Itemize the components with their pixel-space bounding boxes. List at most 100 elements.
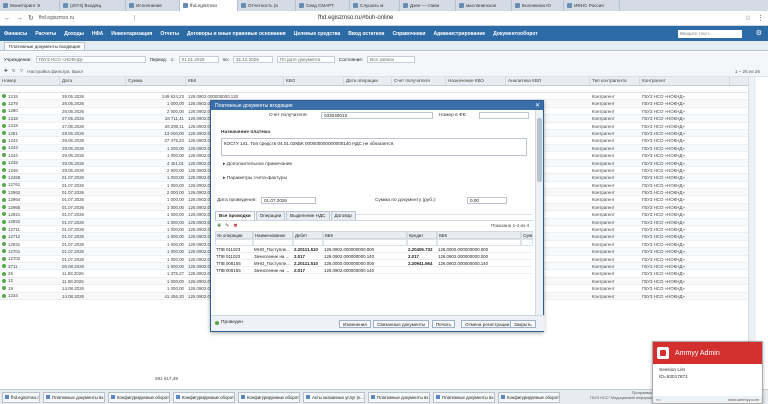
- browser-tab[interactable]: Отчетность (а: [238, 0, 296, 11]
- grid-column-header[interactable]: Контрагент: [640, 77, 730, 85]
- close-icon[interactable]: ✕: [535, 102, 540, 109]
- entries-column-header[interactable]: Сумма: [521, 231, 533, 239]
- menu-item[interactable]: Финансы: [4, 31, 27, 37]
- tab-all-entries[interactable]: Все проводки: [215, 211, 255, 220]
- search-input[interactable]: Введите текст...: [678, 30, 742, 38]
- forward-icon[interactable]: →: [16, 15, 23, 22]
- taskbar-item[interactable]: fhd.egiszmso.ru/core...: [2, 391, 40, 403]
- browser-tab[interactable]: Болонкина Ю: [512, 0, 564, 11]
- grid-column-header[interactable]: Дата: [60, 77, 126, 85]
- grid-filter-row[interactable]: [0, 86, 748, 93]
- grid-column-header[interactable]: Номер: [0, 77, 60, 85]
- entries-column-header[interactable]: Кредит: [407, 231, 437, 239]
- entries-filter-cell[interactable]: [407, 239, 437, 246]
- browser-tab[interactable]: ИФНС Россия: [564, 0, 620, 11]
- fk-input[interactable]: [479, 112, 529, 119]
- entries-column-header[interactable]: Дебет: [293, 231, 323, 239]
- menu-item[interactable]: Инвентаризация: [111, 31, 152, 37]
- dialog-titlebar[interactable]: Платежные документы входящие ✕: [211, 101, 543, 110]
- taskbar-item[interactable]: Конфигурируемые оборотные...: [173, 391, 235, 403]
- taskbar-item[interactable]: Акты оказанных услуг (к...: [303, 391, 365, 403]
- entries-filter-cell[interactable]: [293, 239, 323, 246]
- grid-column-header[interactable]: Назначение КВО: [446, 77, 506, 85]
- entries-filter-cell[interactable]: [521, 239, 533, 246]
- add-entry-icon[interactable]: ✚: [217, 223, 221, 229]
- grid-column-header[interactable]: Сумма: [126, 77, 186, 85]
- entries-filter-cell[interactable]: [215, 239, 253, 246]
- session-list-label[interactable]: Session List: [659, 367, 756, 374]
- taskbar-item[interactable]: Платежные документы вх...: [368, 391, 430, 403]
- grid-column-header[interactable]: КБК: [186, 77, 284, 85]
- entries-filter-row[interactable]: [215, 239, 533, 246]
- menu-item[interactable]: Документооборот: [493, 31, 537, 37]
- user-icon[interactable]: ⚙: [756, 29, 762, 37]
- date-to-input[interactable]: 31.12.2026: [232, 55, 273, 63]
- browser-tab[interactable]: маслянинское: [456, 0, 512, 11]
- add-icon[interactable]: ✚: [4, 68, 8, 74]
- refresh-icon[interactable]: ↻: [12, 68, 16, 74]
- filter-settings-link[interactable]: Настройка фильтра: Выкл: [27, 69, 83, 74]
- date-mode-select[interactable]: По дате документа: [276, 55, 335, 63]
- state-select[interactable]: Все записи: [367, 55, 416, 63]
- url-path[interactable]: fhd.egiszmso.ru/#buh-online: [318, 15, 393, 21]
- dialog-scrollbar[interactable]: [535, 110, 543, 317]
- menu-item[interactable]: Администрирование: [433, 31, 485, 37]
- institution-select[interactable]: ГБУЗ НСО «НОКНД»: [35, 55, 146, 63]
- grid-column-header[interactable]: Дата операции: [344, 77, 392, 85]
- tab-operations[interactable]: Операции: [255, 211, 286, 220]
- menu-item[interactable]: Доходы: [64, 31, 84, 37]
- ammyy-header[interactable]: Ammyy Admin: [653, 342, 762, 364]
- date-from-input[interactable]: 01.01.2026: [178, 55, 219, 63]
- entries-filter-cell[interactable]: [323, 239, 407, 246]
- browser-tab[interactable]: fhd.egiszmso: [180, 0, 238, 11]
- purpose-textarea[interactable]: КОСГУ 141. Тип средств 04.01.02КБК 00000…: [221, 138, 527, 156]
- related-documents-button[interactable]: Связанные документы: [373, 320, 430, 328]
- taskbar-item[interactable]: Конфигурируемые оборотн...: [498, 391, 560, 403]
- posting-date-input[interactable]: 01.07.2026: [261, 197, 316, 204]
- grid-scrollbar[interactable]: [748, 77, 756, 373]
- cancel-registration-button[interactable]: Отмена регистрации: [461, 320, 514, 328]
- entries-column-header[interactable]: КБК: [437, 231, 521, 239]
- tab-contract[interactable]: Договор: [330, 211, 356, 220]
- changes-button[interactable]: Изменения: [339, 320, 371, 328]
- table-row[interactable]: ТПВ 008155 МНО_Поступле... 2.20111.510 126.…: [215, 260, 533, 267]
- taskbar-item[interactable]: Конфигурируемые оборотные...: [108, 391, 170, 403]
- collapse-icon[interactable]: <<: [656, 397, 661, 402]
- print-button[interactable]: Печать: [432, 320, 456, 328]
- menu-icon[interactable]: ⋮: [757, 14, 764, 22]
- menu-item[interactable]: Договоры и иные правовые основания: [187, 31, 286, 37]
- address-bar[interactable]: ← → ↻ fhd.egiszmso.ru fhd.egiszmso.ru/#b…: [0, 11, 768, 26]
- browser-tab[interactable]: Свод СМАРТ: [296, 0, 350, 11]
- delete-entry-icon[interactable]: ✖: [233, 223, 237, 229]
- extra-note-section[interactable]: ▸ Дополнительное примечание: [223, 162, 292, 167]
- star-icon[interactable]: ☆: [745, 14, 751, 22]
- grid-column-header[interactable]: КВО: [284, 77, 344, 85]
- edit-entry-icon[interactable]: ✎: [225, 223, 229, 229]
- entries-filter-cell[interactable]: [253, 239, 293, 246]
- grid-column-header[interactable]: Тип контрагента: [590, 77, 640, 85]
- url-host[interactable]: fhd.egiszmso.ru: [39, 15, 136, 21]
- table-row[interactable]: ТПВ 008155 Зачисление на ... 2.017 126.0902…: [215, 267, 533, 274]
- browser-tab[interactable]: Дзен — главн: [400, 0, 456, 11]
- browser-tab[interactable]: (2074) Входящ: [60, 0, 126, 11]
- back-icon[interactable]: ←: [4, 15, 11, 22]
- entries-column-header[interactable]: № операции: [215, 231, 253, 239]
- table-row[interactable]: ТПВ 011023 Зачисление на ... 2.017 126.0902…: [215, 253, 533, 260]
- menu-item[interactable]: Расчеты: [35, 31, 56, 37]
- close-button[interactable]: Закрыть: [510, 320, 536, 328]
- taskbar-item[interactable]: Конфигурируемые оборотные...: [238, 391, 300, 403]
- entries-filter-cell[interactable]: [437, 239, 521, 246]
- ammyy-link[interactable]: www.ammyy.com: [728, 397, 759, 402]
- invoice-params-section[interactable]: ▸ Параметры счета-фактуры: [223, 176, 287, 181]
- grid-column-header[interactable]: Аналитика КВО: [506, 77, 590, 85]
- taskbar-item[interactable]: Платежные документы вх...: [433, 391, 495, 403]
- browser-tab[interactable]: Мониторинг Э: [0, 0, 60, 11]
- browser-tab[interactable]: Слушать м: [350, 0, 400, 11]
- entries-column-header[interactable]: Наименование: [253, 231, 293, 239]
- taskbar-item[interactable]: Платежные документы вх...: [43, 391, 105, 403]
- filter-icon[interactable]: ▽: [20, 68, 24, 74]
- menu-item[interactable]: НФА: [92, 31, 103, 37]
- entries-column-header[interactable]: КБК: [323, 231, 407, 239]
- sum-input[interactable]: 0,00: [467, 197, 507, 204]
- account-input[interactable]: 03304001S: [321, 112, 433, 119]
